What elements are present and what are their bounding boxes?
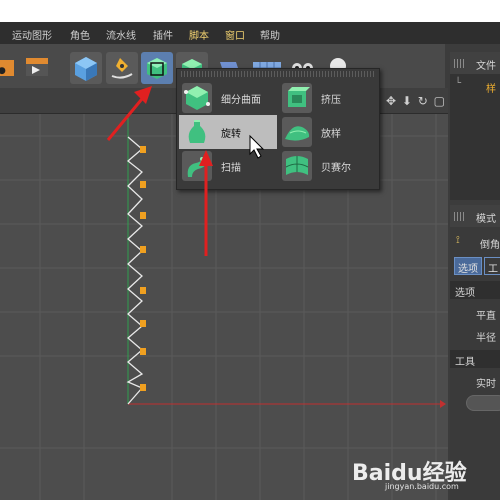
object-tree-item[interactable]: 样	[486, 80, 496, 95]
attributes-mode-label[interactable]: 模式	[476, 210, 496, 225]
panel-grip[interactable]	[454, 212, 464, 221]
panel-grip[interactable]	[454, 59, 464, 68]
tab-options[interactable]: 选项	[454, 257, 482, 275]
generator-dropdown: 细分曲面 挤压 旋转 放样 扫描 贝赛尔	[176, 68, 380, 190]
menu-script[interactable]: 脚本	[189, 27, 209, 42]
viewport-nav-icons[interactable]: ✥ ⬇ ↻ ▢	[386, 94, 446, 108]
x-axis-arrowhead	[440, 400, 446, 408]
section-tool: 工具	[450, 350, 500, 368]
menu-item-bezier[interactable]: 贝赛尔	[279, 149, 377, 183]
menubar: 运动图形 角色 流水线 插件 脚本 窗口 帮助	[0, 22, 500, 44]
menu-item-loft[interactable]: 放样	[279, 115, 377, 149]
menu-character[interactable]: 角色	[70, 27, 90, 42]
bezier-icon	[282, 151, 312, 181]
menu-item-label: 旋转	[221, 129, 241, 140]
section-title: 选项	[455, 288, 475, 299]
render-settings-icon[interactable]	[22, 52, 54, 84]
menu-plugins[interactable]: 插件	[153, 27, 173, 42]
menu-item-subdivision-surface[interactable]: 细分曲面	[179, 81, 277, 115]
sweep-icon	[182, 151, 212, 181]
objects-panel: 文件 └ 样	[450, 52, 500, 200]
tab-tool[interactable]: 工	[484, 257, 500, 275]
watermark-url: jingyan.baidu.com	[385, 482, 459, 491]
object-tree-connector: └	[455, 78, 462, 89]
subdivision-surface-icon	[182, 83, 212, 113]
loft-icon	[282, 117, 312, 147]
menu-window[interactable]: 窗口	[225, 27, 245, 42]
menu-item-extrude[interactable]: 挤压	[279, 81, 377, 115]
generator-nurbs-icon[interactable]	[141, 52, 173, 84]
zigzag-spline	[126, 136, 144, 405]
menu-item-label: 扫描	[221, 163, 241, 174]
menu-item-lathe[interactable]: 旋转	[179, 115, 277, 149]
attributes-panel-header: 模式	[450, 205, 500, 227]
objects-panel-header: 文件	[450, 52, 500, 74]
menu-mograph[interactable]: 运动图形	[12, 27, 52, 42]
cube-icon[interactable]	[70, 52, 102, 84]
objects-panel-title[interactable]: 文件	[476, 57, 496, 72]
apply-button[interactable]	[466, 395, 500, 411]
field-label-radius: 半径	[476, 333, 496, 344]
menu-help[interactable]: 帮助	[260, 27, 280, 42]
bevel-tool-icon: ⟟	[456, 235, 460, 246]
attribute-tabs: 选项 工	[454, 257, 500, 275]
field-label-realtime: 实时	[476, 379, 496, 390]
object-name-label: 倒角	[480, 240, 500, 251]
dropdown-grip[interactable]	[181, 71, 375, 77]
section-options: 选项	[450, 281, 500, 299]
menu-item-label: 细分曲面	[221, 95, 261, 106]
lathe-icon	[182, 117, 212, 147]
menu-item-label: 放样	[321, 129, 341, 140]
menu-item-sweep[interactable]: 扫描	[179, 149, 277, 183]
menu-item-label: 挤压	[321, 95, 341, 106]
menu-item-label: 贝赛尔	[321, 163, 351, 174]
section-title: 工具	[455, 357, 475, 368]
field-label-flat: 平直	[476, 311, 496, 322]
pen-spline-icon[interactable]	[106, 52, 138, 84]
svg-text:●: ●	[0, 66, 6, 76]
render-icon[interactable]: ●	[0, 52, 18, 84]
extrude-icon	[282, 83, 312, 113]
menu-pipeline[interactable]: 流水线	[106, 27, 136, 42]
